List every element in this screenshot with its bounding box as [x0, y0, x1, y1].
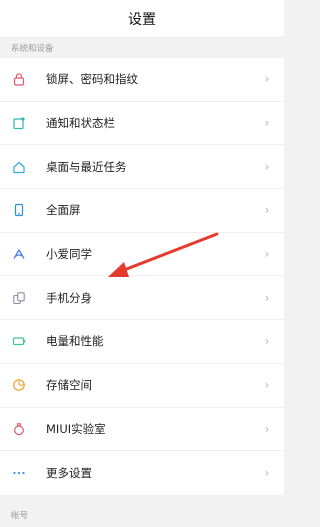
setting-item-battery[interactable]: 电量和性能 ›: [0, 320, 284, 364]
setting-item-label: 手机分身: [46, 290, 92, 305]
setting-item-label: 通知和状态栏: [46, 116, 115, 131]
chevron-right-icon: ›: [264, 334, 270, 349]
setting-item-label: 全面屏: [46, 203, 81, 218]
setting-item-xiaoai[interactable]: 小爱同学 ›: [0, 233, 284, 277]
phone-icon: [12, 203, 26, 217]
setting-item-more[interactable]: 更多设置 ›: [0, 451, 284, 495]
lab-icon: [12, 422, 26, 436]
settings-list: 锁屏、密码和指纹 › 通知和状态栏 › 桌面与最近任务 › 全面屏 › 小爱同学…: [0, 58, 284, 495]
chevron-right-icon: ›: [264, 290, 270, 305]
battery-icon: [12, 334, 26, 348]
chevron-right-icon: ›: [264, 421, 270, 436]
chevron-right-icon: ›: [264, 159, 270, 174]
lock-icon: [12, 72, 26, 86]
setting-item-lockscreen[interactable]: 锁屏、密码和指纹 ›: [0, 58, 284, 102]
dual-space-icon: [12, 291, 26, 305]
section-gap: [0, 494, 284, 504]
chevron-right-icon: ›: [264, 116, 270, 131]
setting-item-label: 电量和性能: [46, 334, 104, 349]
page-title: 设置: [128, 11, 156, 28]
setting-item-notifications[interactable]: 通知和状态栏 ›: [0, 102, 284, 146]
setting-item-home-recents[interactable]: 桌面与最近任务 ›: [0, 145, 284, 190]
setting-item-dual-space[interactable]: 手机分身 ›: [0, 276, 284, 321]
chevron-right-icon: ›: [264, 378, 270, 393]
setting-item-label: 更多设置: [46, 466, 92, 481]
chevron-right-icon: ›: [264, 72, 270, 87]
xiaoai-icon: [12, 247, 26, 261]
setting-item-label: 锁屏、密码和指纹: [46, 72, 138, 87]
storage-icon: [12, 378, 26, 392]
section-label-system: 系统和设备: [0, 38, 284, 58]
section-label-account: 帐号: [0, 503, 284, 527]
setting-item-miui-lab[interactable]: MIUI实验室 ›: [0, 408, 284, 452]
notification-icon: [12, 116, 26, 130]
setting-item-label: MIUI实验室: [46, 421, 106, 436]
chevron-right-icon: ›: [264, 247, 270, 262]
setting-item-label: 小爱同学: [46, 247, 92, 262]
setting-item-label: 存储空间: [46, 378, 92, 393]
chevron-right-icon: ›: [264, 203, 270, 218]
header-bar: 设置: [0, 0, 284, 38]
setting-item-storage[interactable]: 存储空间 ›: [0, 364, 284, 408]
chevron-right-icon: ›: [264, 466, 270, 481]
home-icon: [12, 160, 26, 174]
setting-item-label: 桌面与最近任务: [46, 159, 127, 174]
setting-item-fullscreen[interactable]: 全面屏 ›: [0, 189, 284, 233]
more-icon: [12, 466, 26, 480]
